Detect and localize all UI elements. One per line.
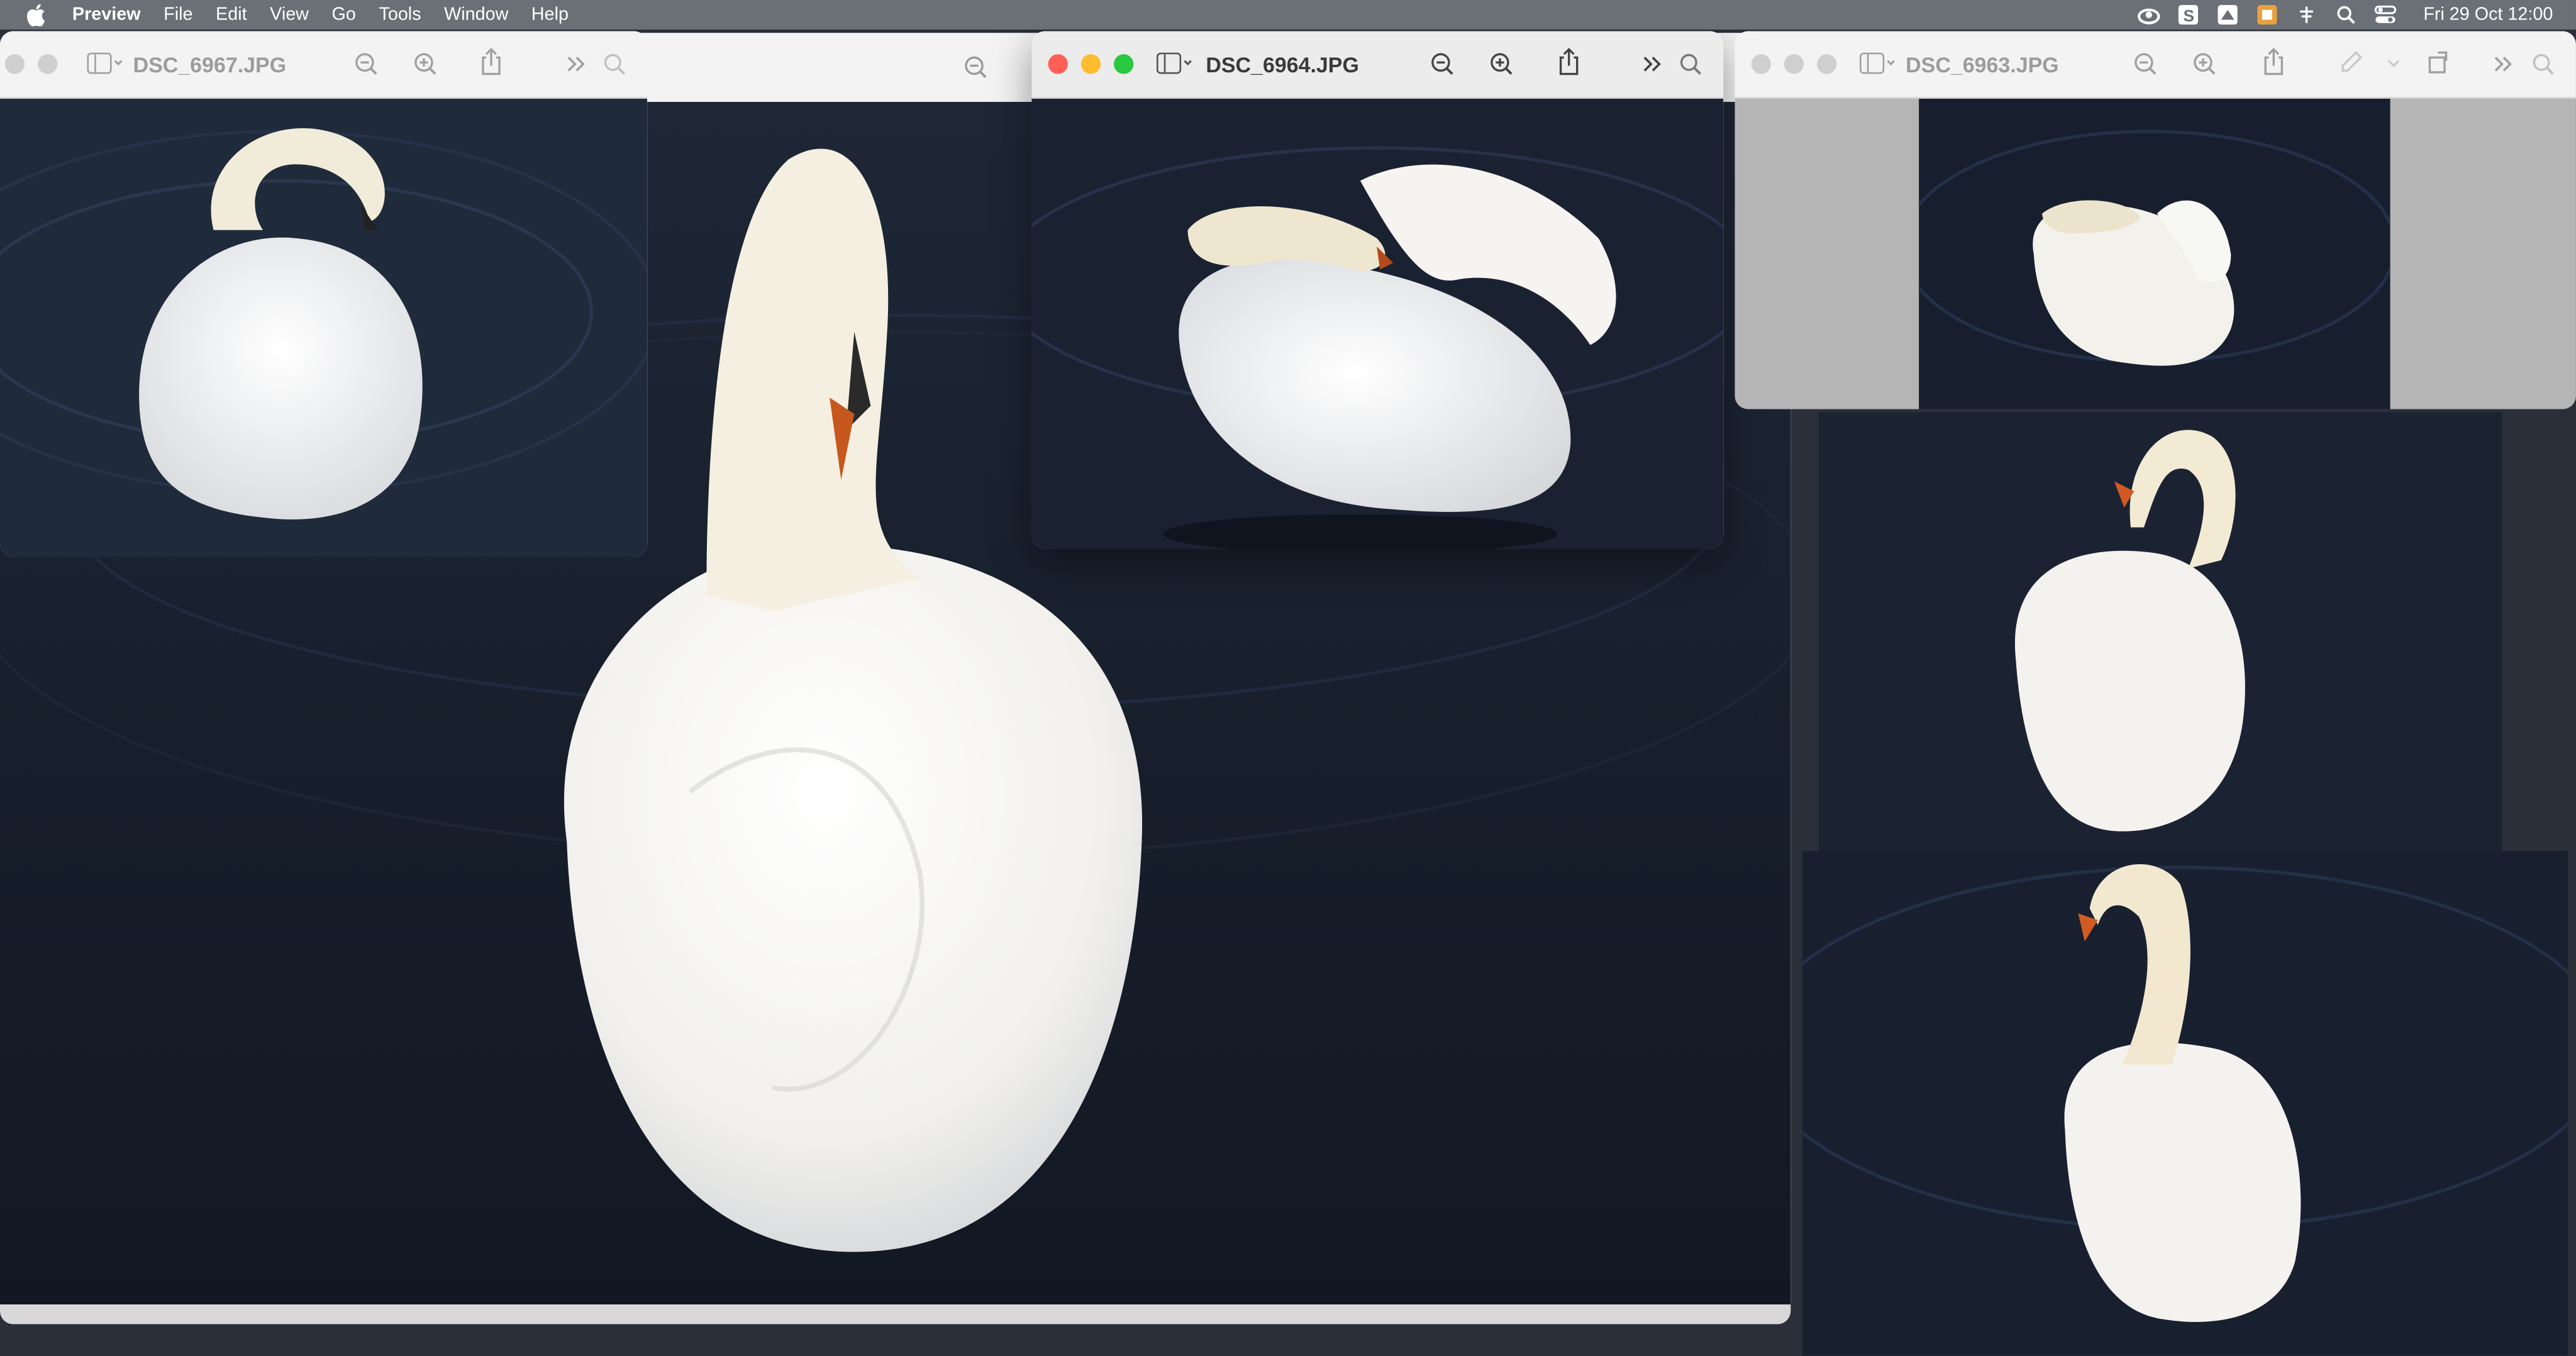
minimize-button[interactable] bbox=[38, 54, 58, 74]
window-title: DSC_6963.JPG bbox=[1906, 52, 2059, 77]
window-titlebar: DSC_6964.JPG bbox=[1031, 31, 1724, 99]
zoom-in-icon[interactable] bbox=[1484, 46, 1519, 82]
control-center-icon[interactable] bbox=[2374, 5, 2397, 25]
zoom-button[interactable] bbox=[1817, 54, 1837, 74]
share-icon[interactable] bbox=[473, 45, 509, 81]
menu-clock[interactable]: Fri 29 Oct 12:00 bbox=[2423, 5, 2553, 25]
more-tools-icon[interactable] bbox=[2485, 46, 2521, 82]
search-icon[interactable] bbox=[2334, 5, 2358, 25]
apple-menu-icon[interactable] bbox=[25, 3, 48, 26]
share-icon[interactable] bbox=[1551, 45, 1587, 81]
close-button[interactable] bbox=[1751, 54, 1771, 74]
zoom-out-icon[interactable] bbox=[958, 49, 994, 85]
zoom-in-icon[interactable] bbox=[408, 46, 443, 82]
window-controls bbox=[4, 54, 58, 74]
more-tools-icon[interactable] bbox=[558, 46, 594, 82]
menu-app-name[interactable]: Preview bbox=[72, 5, 141, 25]
scrivener-icon[interactable]: S bbox=[2177, 4, 2200, 25]
zoom-out-icon[interactable] bbox=[1424, 46, 1460, 82]
preview-window-bottom-right bbox=[1802, 851, 2568, 1356]
sidebar-toggle-icon[interactable] bbox=[87, 46, 123, 82]
minimize-button[interactable] bbox=[1784, 54, 1804, 74]
markup-icon[interactable] bbox=[2333, 45, 2368, 81]
window-controls bbox=[1048, 54, 1134, 74]
minimize-button[interactable] bbox=[1080, 54, 1101, 74]
menu-file[interactable]: File bbox=[164, 5, 192, 25]
share-icon[interactable] bbox=[2256, 45, 2292, 81]
zoom-button[interactable] bbox=[1114, 54, 1134, 74]
menu-edit[interactable]: Edit bbox=[216, 5, 247, 25]
svg-text:S: S bbox=[2184, 6, 2194, 25]
window-titlebar: DSC_6963.JPG bbox=[1735, 31, 2576, 99]
menu-bar: Preview File Edit View Go Tools Window H… bbox=[0, 0, 2576, 30]
sidebar-toggle-icon[interactable] bbox=[1860, 46, 1896, 82]
photo-dsc6964 bbox=[1031, 98, 1724, 549]
zoom-out-icon[interactable] bbox=[2128, 46, 2163, 82]
close-button[interactable] bbox=[1048, 54, 1068, 74]
creative-cloud-icon[interactable] bbox=[2138, 5, 2161, 25]
search-icon[interactable] bbox=[1672, 46, 1708, 82]
sidebar-toggle-icon[interactable] bbox=[1156, 46, 1192, 82]
preview-window-dsc6963: DSC_6963.JPG bbox=[1735, 31, 2576, 409]
photo-dsc6967 bbox=[0, 98, 648, 557]
window-titlebar: DSC_6967.JPG bbox=[0, 31, 648, 99]
network-icon[interactable] bbox=[2296, 5, 2319, 25]
close-button[interactable] bbox=[4, 54, 25, 74]
window-controls bbox=[1751, 54, 1837, 74]
menu-view[interactable]: View bbox=[270, 5, 309, 25]
search-icon[interactable] bbox=[596, 46, 632, 82]
preview-window-dsc6967: DSC_6967.JPG bbox=[0, 31, 648, 557]
search-icon[interactable] bbox=[2525, 46, 2561, 82]
photo-right-middle bbox=[1818, 412, 2502, 852]
window-title: DSC_6967.JPG bbox=[133, 52, 287, 77]
preview-window-right-middle bbox=[1818, 412, 2502, 852]
window-title: DSC_6964.JPG bbox=[1206, 52, 1359, 77]
more-tools-icon[interactable] bbox=[1635, 46, 1670, 82]
zoom-in-icon[interactable] bbox=[2187, 46, 2223, 82]
zoom-out-icon[interactable] bbox=[348, 46, 384, 82]
menu-help[interactable]: Help bbox=[531, 5, 569, 25]
menu-go[interactable]: Go bbox=[332, 5, 356, 25]
app-icon-2[interactable] bbox=[2256, 4, 2279, 25]
menu-window[interactable]: Window bbox=[444, 5, 508, 25]
markup-dropdown-icon[interactable] bbox=[2375, 46, 2411, 82]
rotate-icon[interactable] bbox=[2421, 45, 2457, 81]
photo-bottom-right bbox=[1802, 851, 2568, 1356]
menu-tools[interactable]: Tools bbox=[379, 5, 421, 25]
app-icon[interactable] bbox=[2216, 4, 2240, 25]
preview-window-dsc6964: DSC_6964.JPG bbox=[1031, 31, 1724, 549]
photo-dsc6963 bbox=[1919, 98, 2390, 409]
